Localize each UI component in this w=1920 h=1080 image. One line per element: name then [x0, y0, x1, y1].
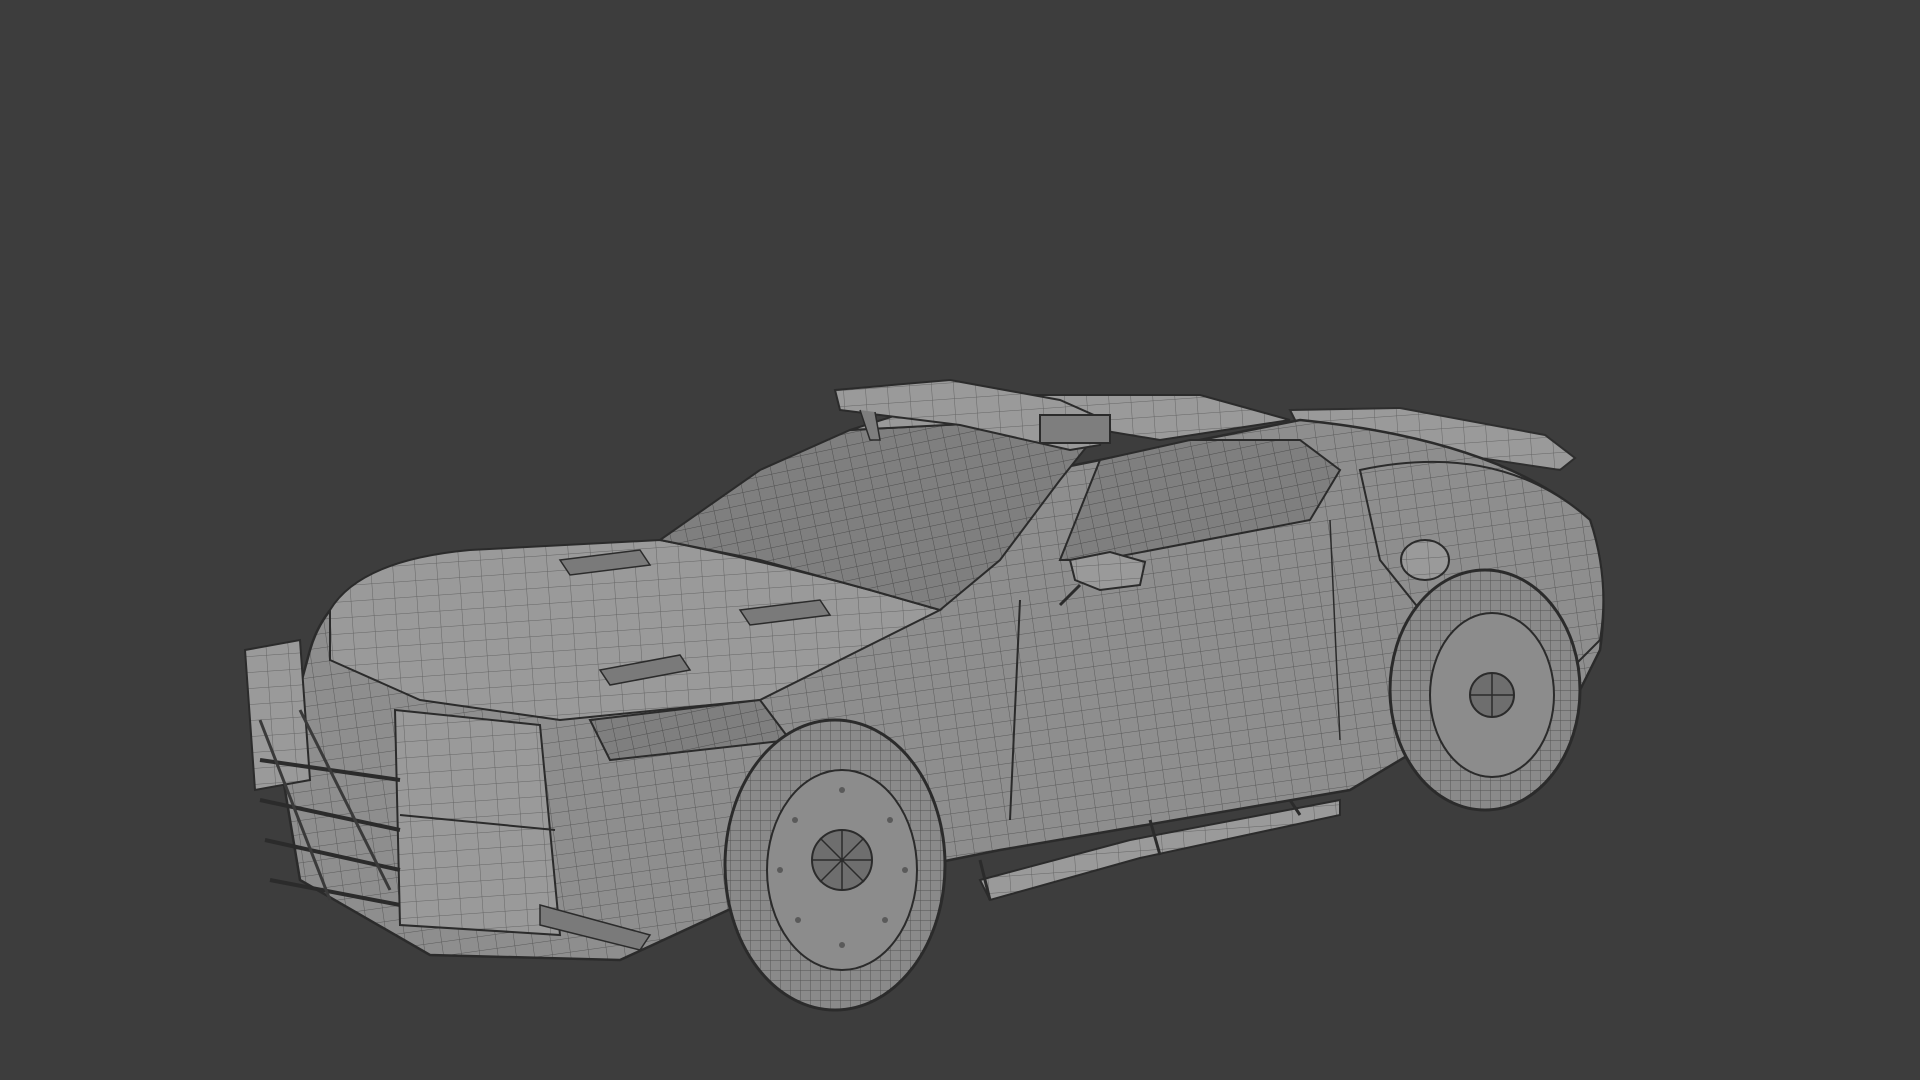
car-model[interactable] [0, 0, 1920, 1080]
front-wheel [723, 718, 947, 1012]
rear-wheel [1388, 568, 1582, 812]
3d-viewport[interactable] [0, 0, 1920, 1080]
